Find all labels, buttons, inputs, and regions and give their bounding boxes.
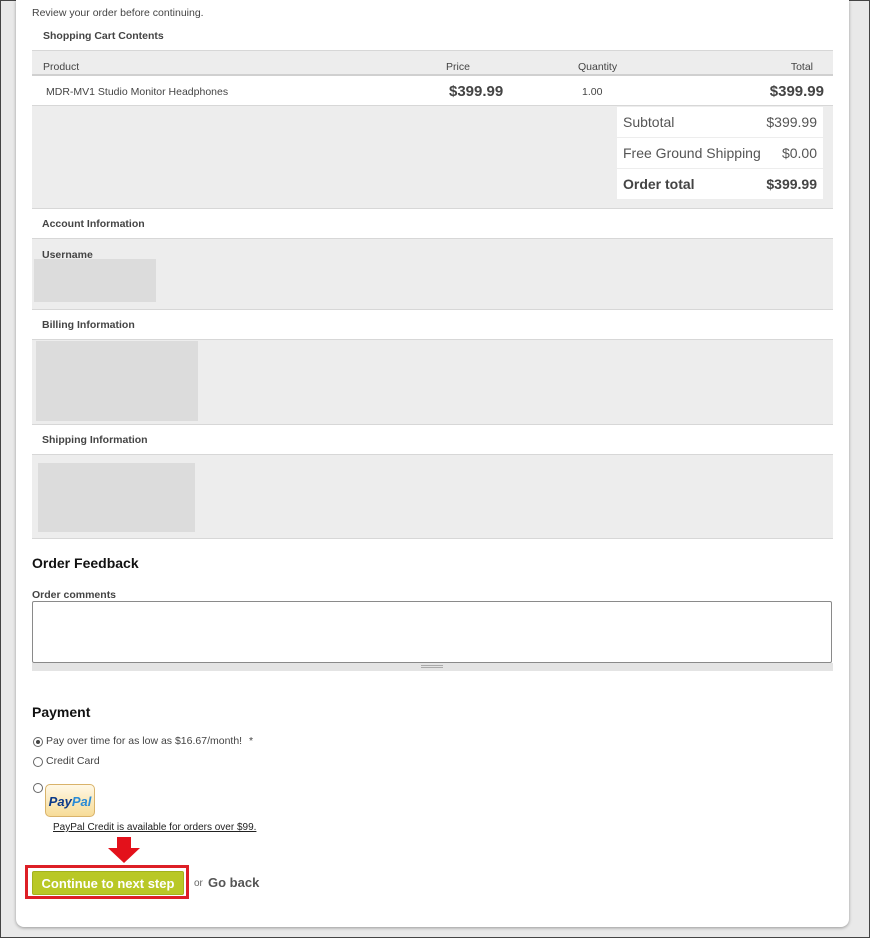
payment-section-title: Payment <box>32 704 91 720</box>
order-total-value: $399.99 <box>766 176 817 192</box>
username-value-redacted <box>34 259 156 302</box>
divider <box>32 50 833 51</box>
go-back-link[interactable]: Go back <box>208 875 259 890</box>
product-quantity: 1.00 <box>582 86 603 98</box>
account-section-title: Account Information <box>42 218 145 230</box>
feedback-section-title: Order Feedback <box>32 555 139 571</box>
cart-section-title: Shopping Cart Contents <box>43 30 164 42</box>
order-total-row: Order total $399.99 <box>617 169 823 199</box>
shipping-cost-label: Free Ground Shipping <box>623 145 761 161</box>
subtotal-label: Subtotal <box>623 114 675 130</box>
shipping-details-redacted <box>38 463 195 532</box>
pay-over-time-label: Pay over time for as low as $16.67/month… <box>46 735 243 747</box>
product-price: $399.99 <box>449 83 504 100</box>
billing-details-redacted <box>36 341 198 421</box>
textarea-resize-bar[interactable] <box>32 663 833 671</box>
paypal-logo-part1: Pay <box>48 794 72 809</box>
column-header-price: Price <box>446 61 470 73</box>
paypal-logo[interactable]: PayPal <box>45 784 95 817</box>
pay-over-time-option[interactable]: Pay over time for as low as $16.67/month… <box>46 735 253 747</box>
shipping-section-title: Shipping Information <box>42 434 148 446</box>
pay-over-time-radio[interactable] <box>33 737 43 747</box>
comments-label: Order comments <box>32 589 117 601</box>
column-header-quantity: Quantity <box>578 61 618 73</box>
divider <box>32 208 833 209</box>
checkout-card: Review your order before continuing. Sho… <box>16 0 849 927</box>
divider <box>32 309 833 310</box>
table-row: MDR-MV1 Studio Monitor Headphones $399.9… <box>32 74 833 106</box>
arrow-down-icon <box>108 837 140 863</box>
billing-section-title: Billing Information <box>42 319 135 331</box>
grip-line <box>421 667 443 668</box>
shipping-cost-row: Free Ground Shipping $0.00 <box>617 138 823 168</box>
continue-button[interactable]: Continue to next step <box>32 871 184 895</box>
subtotal-value: $399.99 <box>766 114 817 130</box>
comments-textarea[interactable] <box>32 601 832 663</box>
paypal-logo-part2: Pal <box>71 794 92 809</box>
credit-card-radio[interactable] <box>33 757 43 767</box>
column-header-total: Total <box>790 61 813 73</box>
credit-card-label[interactable]: Credit Card <box>46 755 100 767</box>
shipping-cost-value: $0.00 <box>781 145 817 161</box>
column-header-product: Product <box>43 61 80 73</box>
divider <box>32 538 833 539</box>
order-total-label: Order total <box>623 176 695 192</box>
paypal-credit-link[interactable]: PayPal Credit is available for orders ov… <box>53 822 256 833</box>
review-intro-text: Review your order before continuing. <box>32 7 204 19</box>
subtotal-row: Subtotal $399.99 <box>617 107 823 137</box>
divider <box>32 424 833 425</box>
required-mark: * <box>249 735 254 747</box>
or-text: or <box>194 878 203 889</box>
product-name: MDR-MV1 Studio Monitor Headphones <box>46 86 229 98</box>
grip-line <box>421 665 443 666</box>
paypal-radio[interactable] <box>33 783 43 793</box>
product-total: $399.99 <box>769 83 824 100</box>
